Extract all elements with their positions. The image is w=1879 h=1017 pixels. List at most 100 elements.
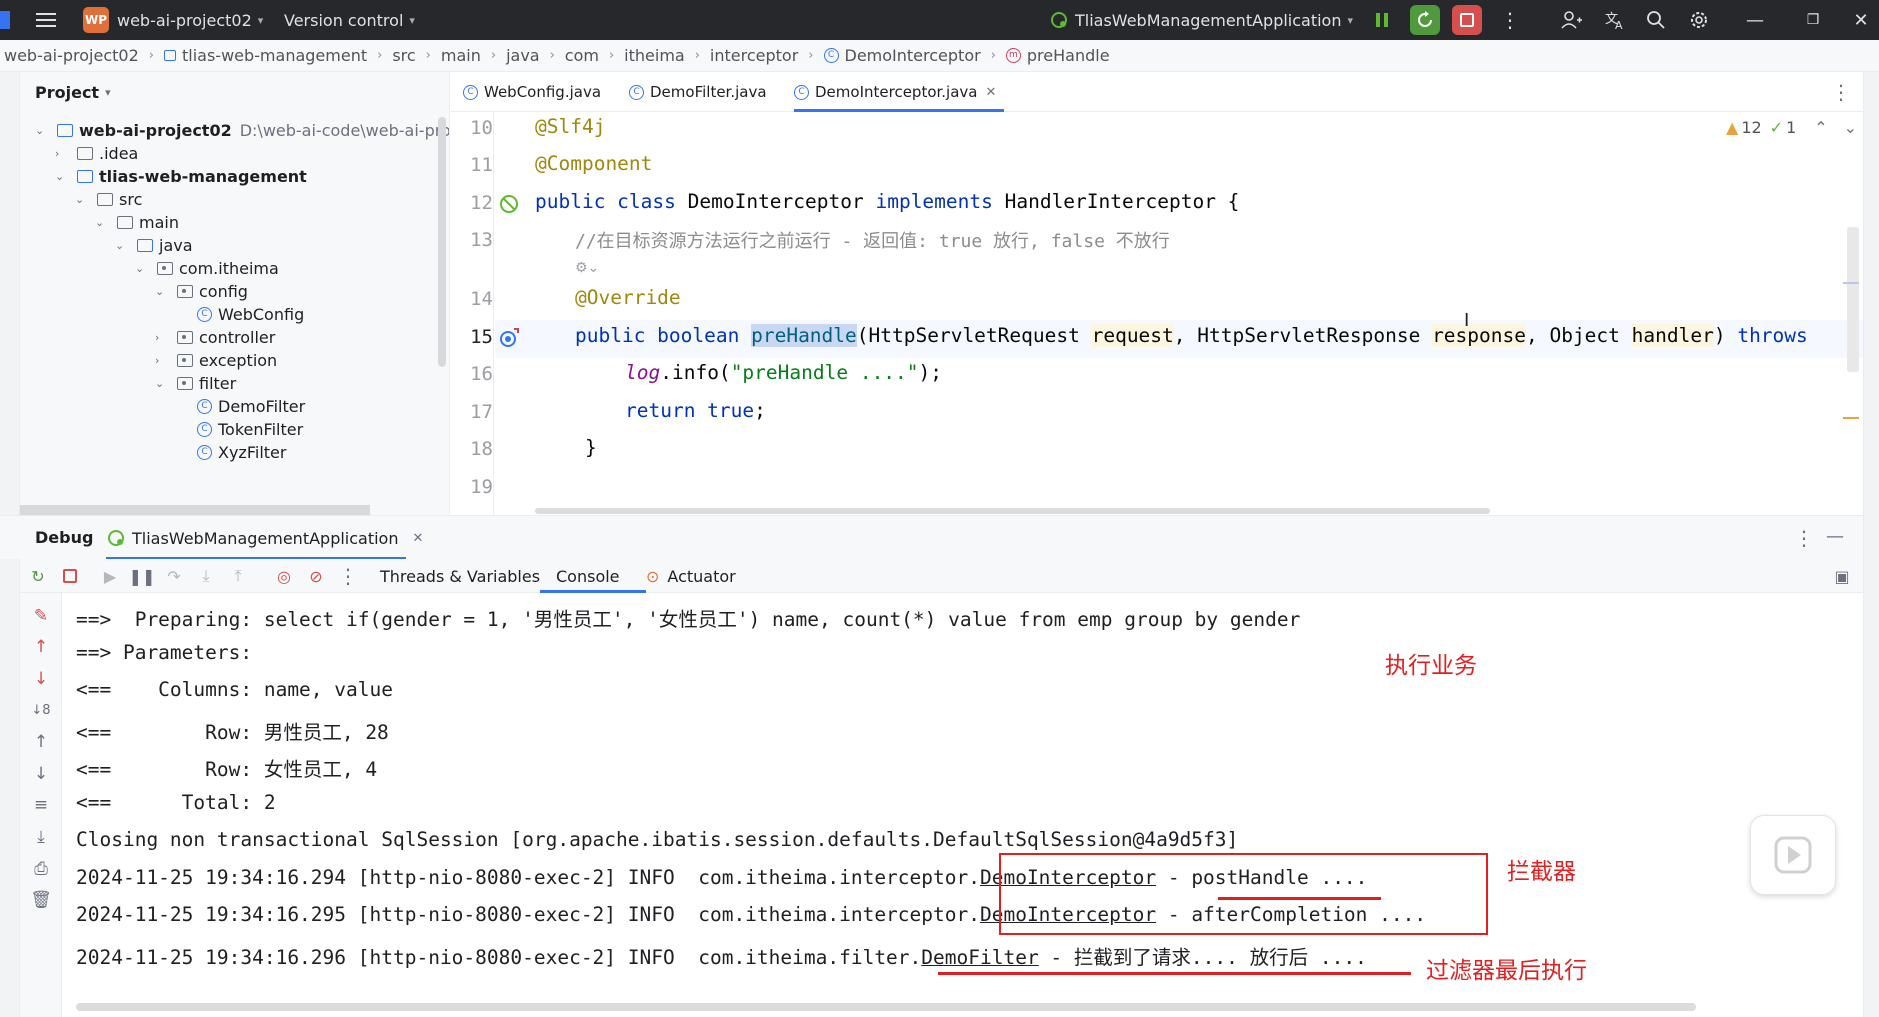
- layout-icon[interactable]: ▣: [1830, 564, 1854, 588]
- breadcrumb-item[interactable]: tlias-web-management: [182, 46, 367, 65]
- step-into-icon[interactable]: ⤓: [194, 564, 218, 588]
- restore-button[interactable]: ❐: [1792, 0, 1834, 40]
- stop-button[interactable]: [58, 564, 82, 588]
- project-switcher[interactable]: WP web-ai-project02 ▾: [83, 0, 263, 40]
- breadcrumb-item[interactable]: web-ai-project02: [4, 46, 139, 65]
- chevron-down-icon: ⌄: [95, 215, 105, 229]
- editor-vscrollbar[interactable]: [1847, 227, 1859, 372]
- check-icon: ✓: [1769, 118, 1784, 137]
- soft-wrap-icon[interactable]: ≡: [30, 794, 52, 816]
- tab-webconfig[interactable]: C WebConfig.java: [463, 72, 601, 112]
- pause-program-button[interactable]: [1374, 0, 1390, 40]
- search-icon[interactable]: [1646, 0, 1666, 40]
- add-user-icon[interactable]: [1560, 0, 1582, 40]
- vcs-menu[interactable]: Version control ▾: [284, 0, 415, 40]
- project-name: web-ai-project02: [117, 10, 252, 30]
- view-breakpoints-icon[interactable]: ◎: [272, 564, 296, 588]
- tree-item-label: controller: [199, 327, 276, 347]
- rerun-icon[interactable]: ↻: [26, 564, 50, 588]
- tree-item-label: java: [159, 235, 193, 255]
- minimize-button[interactable]: —: [1734, 0, 1776, 40]
- log-class-link[interactable]: DemoFilter: [921, 946, 1038, 969]
- breadcrumb-item[interactable]: itheima: [624, 46, 685, 65]
- ai-assistant-icon[interactable]: ⚙⌄: [575, 260, 599, 276]
- tab-demofilter[interactable]: C DemoFilter.java: [629, 72, 767, 112]
- keyword-token: throws: [1737, 324, 1808, 347]
- stop-icon: [63, 569, 77, 583]
- console-hscrollbar[interactable]: [76, 1003, 1696, 1011]
- print-icon[interactable]: ⎙: [30, 858, 52, 880]
- play-icon: [1774, 836, 1812, 874]
- debug-session-tab[interactable]: TliasWebManagementApplication ✕: [106, 516, 423, 560]
- code-editor[interactable]: 10 11 12 13 14 15 16 17 18 19 @Slf4j @Co…: [451, 112, 1863, 515]
- breadcrumb-item[interactable]: src: [392, 46, 415, 65]
- breadcrumb-item[interactable]: interceptor: [710, 46, 798, 65]
- breadcrumb-item[interactable]: preHandle: [1027, 46, 1110, 65]
- package-icon: [177, 353, 193, 367]
- debug-more-icon[interactable]: ⋮: [1794, 526, 1814, 550]
- tab-actuator[interactable]: ⊙ Actuator: [646, 559, 736, 593]
- breadcrumb-item[interactable]: com: [565, 46, 599, 65]
- console-output[interactable]: ==> Preparing: select if(gender = 1, '男性…: [62, 593, 1862, 1017]
- trash-icon[interactable]: 🗑: [30, 889, 52, 911]
- mute-breakpoints-icon[interactable]: ⊘: [304, 564, 328, 588]
- console-side-toolbar: ✎ ↑ ↓ ↓8 ↑ ↓ ≡ ⤓ ⎙ 🗑: [20, 593, 62, 1017]
- tab-console[interactable]: Console: [556, 559, 620, 593]
- bean-gutter-icon[interactable]: [497, 192, 521, 220]
- spring-boot-icon: [108, 530, 124, 546]
- annotation-underline: [1218, 897, 1381, 900]
- arrow-up-icon[interactable]: ↑: [30, 636, 52, 658]
- annotation-interceptor-box: [999, 853, 1488, 935]
- step-over-icon[interactable]: ↷: [162, 564, 186, 588]
- sort-icon[interactable]: ↓8: [30, 699, 52, 721]
- chevron-right-icon: ›: [155, 353, 160, 367]
- tab-label: Threads & Variables: [380, 566, 541, 586]
- project-vscrollbar[interactable]: [438, 117, 446, 367]
- debug-session-label: TliasWebManagementApplication: [132, 528, 399, 548]
- video-play-button[interactable]: [1750, 815, 1836, 895]
- close-tab-icon[interactable]: ✕: [986, 85, 997, 100]
- minimize-panel-icon[interactable]: —: [1826, 526, 1844, 547]
- keyword-token: public class: [535, 190, 688, 213]
- tree-item-xyzfilter[interactable]: C XyzFilter: [197, 439, 286, 465]
- tab-label: DemoFilter.java: [650, 83, 767, 101]
- tab-threads-variables[interactable]: Threads & Variables: [380, 559, 540, 593]
- chevron-up-icon[interactable]: ⌃: [1814, 118, 1827, 137]
- step-out-icon[interactable]: ⤒: [226, 564, 250, 588]
- implements-gutter-icon[interactable]: [497, 326, 521, 354]
- tabs-more-icon[interactable]: ⋮: [1831, 80, 1851, 104]
- more-actions-icon[interactable]: ⋮: [336, 564, 360, 588]
- main-menu-button[interactable]: [36, 0, 56, 40]
- clear-pen-icon[interactable]: ✎: [30, 605, 52, 627]
- package-icon: [177, 330, 193, 344]
- project-hscrollbar[interactable]: [20, 505, 370, 515]
- tab-demointerceptor[interactable]: C DemoInterceptor.java ✕: [794, 72, 1005, 112]
- editor-hscrollbar[interactable]: [535, 508, 1490, 514]
- run-config-selector[interactable]: TliasWebManagementApplication ▾: [1049, 0, 1353, 40]
- breadcrumb-item[interactable]: java: [506, 46, 540, 65]
- close-tab-icon[interactable]: ✕: [412, 531, 423, 546]
- settings-gear-icon[interactable]: [1688, 0, 1710, 40]
- rerun-button[interactable]: [1410, 0, 1440, 40]
- breadcrumb-item[interactable]: DemoInterceptor: [845, 46, 981, 65]
- project-panel-header[interactable]: Project ▾: [20, 72, 449, 112]
- close-window-button[interactable]: ✕: [1840, 0, 1879, 40]
- scroll-to-end-icon[interactable]: ⤓: [30, 826, 52, 848]
- resume-icon[interactable]: ▶: [98, 564, 122, 588]
- code-token: ;: [754, 399, 766, 422]
- chevron-down-icon[interactable]: ⌄: [1844, 118, 1857, 137]
- more-actions-icon[interactable]: ⋮: [1500, 0, 1520, 40]
- project-panel: Project ▾ ⌄ web-ai-project02 D:\web-ai-c…: [20, 72, 450, 515]
- scroll-up-icon[interactable]: ↑: [30, 731, 52, 753]
- close-icon: ✕: [1853, 9, 1869, 31]
- stop-button[interactable]: [1452, 0, 1482, 40]
- arrow-down-icon[interactable]: ↓: [30, 668, 52, 690]
- breadcrumb-item[interactable]: main: [441, 46, 481, 65]
- keyword-token: implements: [875, 190, 1005, 213]
- pause-icon[interactable]: ❚❚: [129, 564, 156, 588]
- scroll-down-icon[interactable]: ↓: [30, 763, 52, 785]
- annotation-interceptor: 拦截器: [1507, 859, 1576, 885]
- inspection-widget[interactable]: ▲ 12 ✓ 1 ⌃ ⌄: [1726, 118, 1857, 137]
- annotation-business: 执行业务: [1385, 653, 1477, 679]
- translate-icon[interactable]: 文A: [1604, 0, 1626, 40]
